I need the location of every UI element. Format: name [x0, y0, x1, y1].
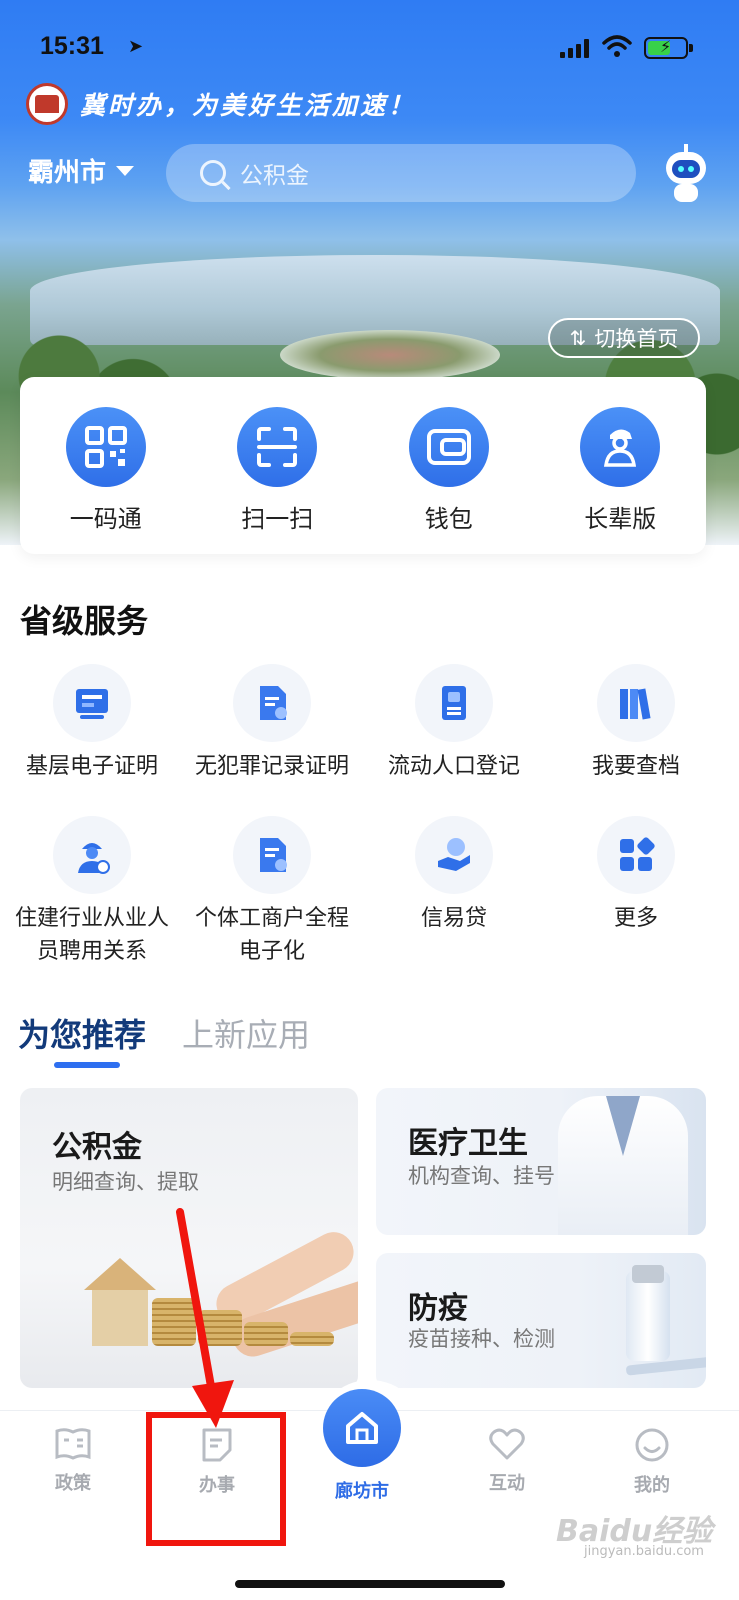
- service-item-credit-loan[interactable]: 信易贷: [362, 816, 546, 935]
- worker-icon: [53, 816, 131, 894]
- coin-stack-image: [290, 1332, 334, 1346]
- elder-icon: [580, 407, 661, 487]
- wallet-icon: [408, 407, 489, 487]
- service-item-archive-query[interactable]: 我要查档: [544, 664, 728, 783]
- register-icon: [415, 664, 493, 742]
- slogan: 冀时办，为美好生活加速！: [80, 91, 417, 120]
- quick-action-label: 扫一扫: [241, 505, 314, 533]
- cellular-signal-icon: [560, 38, 592, 58]
- brand-bar: 冀时办，为美好生活加速！: [26, 82, 416, 126]
- coin-stack-image: [198, 1310, 242, 1346]
- recommend-tabs: 为您推荐 上新应用: [18, 1010, 346, 1068]
- bottom-nav: 政策 办事 廊坊市 互动 我的: [0, 1389, 739, 1600]
- switch-home-button[interactable]: ⇅ 切换首页: [548, 318, 700, 358]
- app-logo-icon: [26, 83, 68, 125]
- status-time: 15:31: [40, 32, 104, 60]
- service-item-more[interactable]: 更多: [544, 816, 728, 935]
- search-input[interactable]: 公积金: [166, 144, 636, 202]
- doctor-image: [558, 1096, 688, 1235]
- service-label: 流动人口登记: [387, 754, 520, 779]
- nav-label-active: 廊坊市: [335, 1481, 389, 1502]
- assistant-robot-icon[interactable]: [660, 144, 712, 202]
- service-label: 个体工商户全程电子化: [194, 906, 349, 964]
- coin-stack-image: [244, 1322, 288, 1346]
- business-doc-icon: [233, 816, 311, 894]
- card-medical[interactable]: 医疗卫生 机构查询、挂号: [376, 1088, 706, 1235]
- nav-label: 政策: [55, 1473, 91, 1494]
- scan-icon: [237, 407, 318, 487]
- archive-icon: [597, 664, 675, 742]
- quick-action-elder-mode[interactable]: 长辈版: [535, 377, 707, 554]
- record-doc-icon: [233, 664, 311, 742]
- loan-icon: [415, 816, 493, 894]
- card-subtitle: 疫苗接种、检测: [408, 1327, 555, 1351]
- watermark: Baidu经验 jingyan.baidu.com: [556, 1506, 712, 1559]
- card-title: 医疗卫生: [408, 1126, 528, 1161]
- home-indicator: [235, 1580, 505, 1588]
- nav-label: 我的: [634, 1475, 670, 1496]
- swap-arrows-icon: ⇅: [569, 326, 587, 350]
- nav-label: 互动: [489, 1473, 525, 1494]
- nav-item-mine[interactable]: 我的: [597, 1427, 707, 1497]
- service-label: 我要查档: [591, 754, 680, 779]
- home-icon: [346, 1412, 378, 1444]
- tab-recommend[interactable]: 为您推荐: [18, 1010, 146, 1068]
- certificate-icon: [53, 664, 131, 742]
- battery-icon: ⚡: [644, 37, 693, 59]
- watermark-subtext: jingyan.baidu.com: [584, 1544, 704, 1559]
- annotation-highlight-box: [146, 1412, 286, 1546]
- quick-actions-card: 一码通 扫一扫 钱包 长辈版: [20, 377, 706, 554]
- coin-stack-image: [152, 1298, 196, 1346]
- search-icon: [200, 160, 226, 186]
- more-apps-icon: [597, 816, 675, 894]
- nav-item-interact[interactable]: 互动: [452, 1427, 562, 1495]
- service-item-certificate[interactable]: 基层电子证明: [0, 664, 184, 783]
- quick-action-label: 钱包: [424, 505, 473, 533]
- quick-action-code[interactable]: 一码通: [20, 377, 192, 554]
- quick-action-scan[interactable]: 扫一扫: [192, 377, 364, 554]
- service-label: 基层电子证明: [25, 754, 158, 779]
- city-selector[interactable]: 霸州市: [28, 152, 135, 189]
- nav-item-policy[interactable]: 政策: [18, 1427, 128, 1495]
- card-subtitle: 机构查询、挂号: [408, 1164, 555, 1188]
- card-title: 防疫: [408, 1291, 468, 1326]
- card-housing-fund[interactable]: 公积金 明细查询、提取: [20, 1088, 358, 1388]
- service-item-floating-population[interactable]: 流动人口登记: [362, 664, 546, 783]
- caret-down-icon: [116, 165, 135, 176]
- vaccine-vial-image: [626, 1265, 670, 1361]
- service-item-construction-employment[interactable]: 住建行业从业人员聘用关系: [0, 816, 184, 968]
- service-item-individual-business[interactable]: 个体工商户全程电子化: [180, 816, 364, 968]
- service-item-no-crime-record[interactable]: 无犯罪记录证明: [180, 664, 364, 783]
- heart-icon: [489, 1428, 525, 1460]
- quick-action-label: 一码通: [69, 505, 142, 533]
- policy-book-icon: [55, 1428, 91, 1460]
- city-name: 霸州市: [28, 158, 107, 188]
- card-subtitle: 明细查询、提取: [52, 1170, 199, 1194]
- nav-item-city-home[interactable]: [323, 1389, 401, 1467]
- card-epidemic[interactable]: 防疫 疫苗接种、检测: [376, 1253, 706, 1388]
- service-label: 无犯罪记录证明: [194, 754, 349, 779]
- service-label: 更多: [613, 906, 658, 931]
- banner-plaza-image: [280, 330, 500, 380]
- qr-code-icon: [65, 407, 146, 487]
- switch-home-label: 切换首页: [594, 327, 679, 351]
- quick-action-label: 长辈版: [584, 505, 657, 533]
- status-bar: 15:31 ➤ ⚡: [0, 28, 739, 68]
- card-title: 公积金: [52, 1130, 142, 1165]
- house-image: [84, 1258, 156, 1346]
- service-label: 信易贷: [420, 906, 487, 931]
- location-arrow-icon: ➤: [128, 36, 144, 57]
- wifi-icon: [602, 35, 632, 57]
- search-placeholder: 公积金: [240, 163, 309, 189]
- quick-action-wallet[interactable]: 钱包: [363, 377, 535, 554]
- tab-new-apps[interactable]: 上新应用: [182, 1010, 310, 1056]
- smile-icon: [635, 1428, 669, 1462]
- service-label: 住建行业从业人员聘用关系: [14, 906, 169, 964]
- section-title: 省级服务: [20, 602, 149, 640]
